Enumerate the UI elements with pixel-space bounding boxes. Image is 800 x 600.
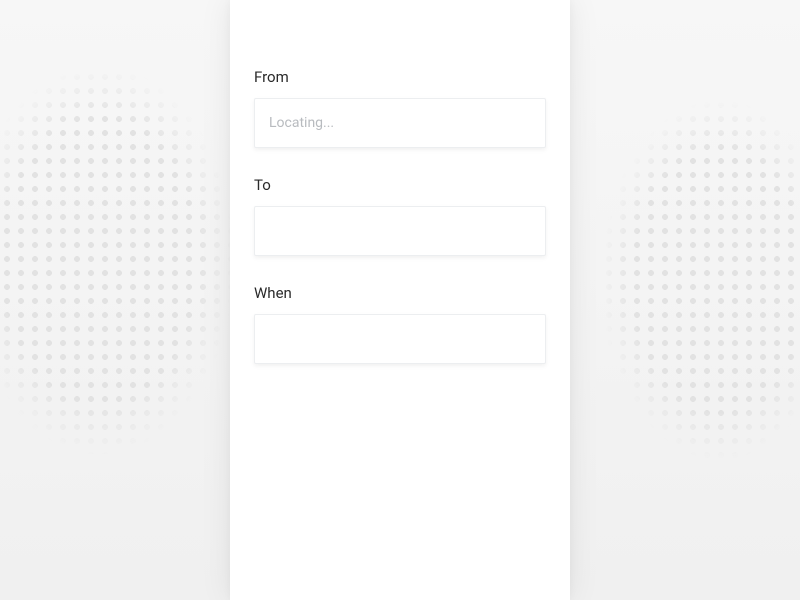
search-panel: From To When [230, 0, 570, 600]
when-input[interactable] [254, 314, 546, 364]
to-field-group: To [254, 176, 546, 256]
from-input[interactable] [254, 98, 546, 148]
from-label: From [254, 68, 546, 86]
when-label: When [254, 284, 546, 302]
to-label: To [254, 176, 546, 194]
when-field-group: When [254, 284, 546, 364]
to-input[interactable] [254, 206, 546, 256]
from-field-group: From [254, 68, 546, 148]
